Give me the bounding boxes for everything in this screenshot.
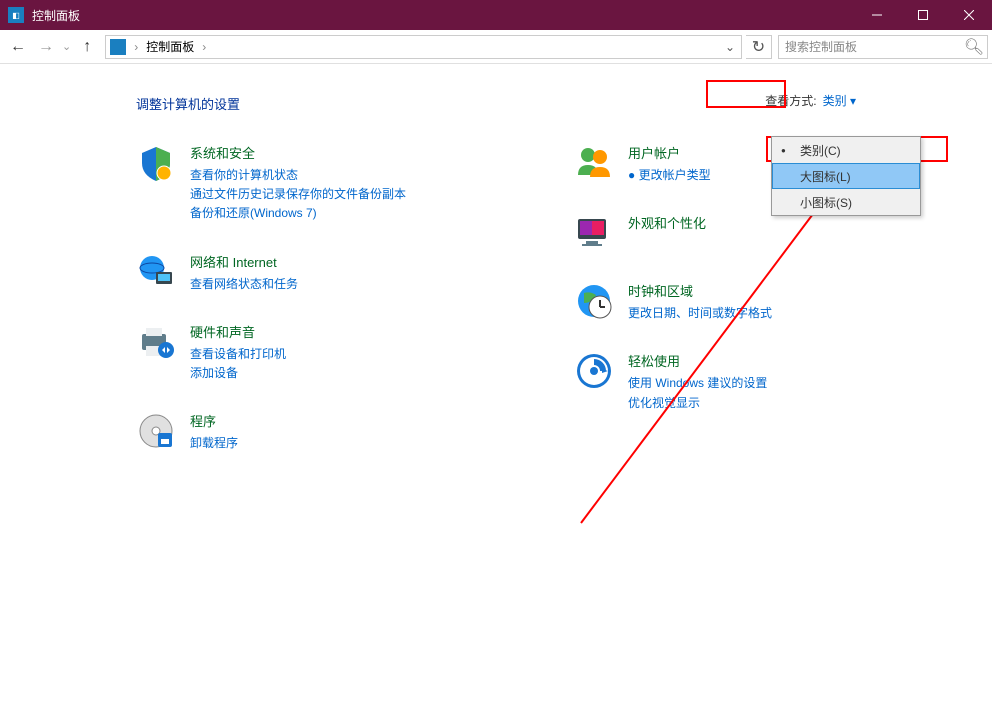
category-title[interactable]: 系统和安全 <box>190 143 406 162</box>
users-icon <box>574 143 614 183</box>
refresh-button[interactable]: ↻ <box>746 35 772 59</box>
globe-icon <box>136 252 176 292</box>
appearance-icon <box>574 213 614 253</box>
category-item: 程序卸载程序 <box>136 411 534 453</box>
category-title[interactable]: 硬件和声音 <box>190 322 286 341</box>
category-item: 系统和安全查看你的计算机状态通过文件历史记录保存你的文件备份副本备份和还原(Wi… <box>136 143 534 224</box>
view-by-dropdown: 类别(C) 大图标(L) 小图标(S) <box>771 136 921 216</box>
category-link[interactable]: ● 更改帐户类型 <box>628 166 711 185</box>
category-link[interactable]: 备份和还原(Windows 7) <box>190 204 406 223</box>
titlebar: ◧ 控制面板 <box>0 0 992 30</box>
category-link[interactable]: 更改日期、时间或数字格式 <box>628 304 772 323</box>
chevron-right-icon[interactable]: › <box>198 40 210 54</box>
category-link[interactable]: 查看你的计算机状态 <box>190 166 406 185</box>
category-title[interactable]: 外观和个性化 <box>628 213 706 232</box>
back-button[interactable]: ← <box>6 35 30 59</box>
control-panel-icon <box>110 39 126 55</box>
maximize-button[interactable] <box>900 0 946 30</box>
category-link[interactable]: 卸载程序 <box>190 434 238 453</box>
history-dropdown[interactable]: ⌄ <box>62 40 71 53</box>
clock-icon <box>574 281 614 321</box>
search-icon[interactable]: 🔍︎ <box>961 37 987 57</box>
window-title: 控制面板 <box>32 7 854 24</box>
ease-icon <box>574 351 614 391</box>
view-option-small-icons[interactable]: 小图标(S) <box>772 189 920 215</box>
category-item: 轻松使用使用 Windows 建议的设置优化视觉显示 <box>574 351 972 412</box>
category-title[interactable]: 网络和 Internet <box>190 252 298 271</box>
left-column: 系统和安全查看你的计算机状态通过文件历史记录保存你的文件备份副本备份和还原(Wi… <box>136 143 534 481</box>
view-option-large-icons[interactable]: 大图标(L) <box>772 163 920 189</box>
view-option-category[interactable]: 类别(C) <box>772 137 920 163</box>
category-link[interactable]: 查看网络状态和任务 <box>190 275 298 294</box>
category-link[interactable]: 添加设备 <box>190 364 286 383</box>
printer-icon <box>136 322 176 362</box>
shield-icon <box>136 143 176 183</box>
category-title[interactable]: 程序 <box>190 411 238 430</box>
category-link[interactable]: 优化视觉显示 <box>628 394 767 413</box>
address-bar[interactable]: › 控制面板 › ⌄ <box>105 35 742 59</box>
toolbar: ← → ⌄ ↑ › 控制面板 › ⌄ ↻ 🔍︎ <box>0 30 992 64</box>
minimize-button[interactable] <box>854 0 900 30</box>
category-item: 外观和个性化 <box>574 213 972 253</box>
category-link[interactable]: 查看设备和打印机 <box>190 345 286 364</box>
content-area: 调整计算机的设置 查看方式: 类别 ▾ 类别(C) 大图标(L) 小图标(S) … <box>0 64 992 722</box>
view-by-link[interactable]: 类别 ▾ <box>823 92 856 109</box>
view-by-label: 查看方式: <box>765 92 816 109</box>
search-box[interactable]: 🔍︎ <box>778 35 988 59</box>
address-text[interactable]: 控制面板 <box>142 38 198 55</box>
forward-button: → <box>34 35 58 59</box>
view-by-control: 查看方式: 类别 ▾ 类别(C) 大图标(L) 小图标(S) <box>765 92 856 109</box>
category-item: 网络和 Internet 查看网络状态和任务 <box>136 252 534 294</box>
address-dropdown[interactable]: ⌄ <box>718 40 741 54</box>
disc-icon <box>136 411 176 451</box>
app-icon: ◧ <box>8 7 24 23</box>
close-button[interactable] <box>946 0 992 30</box>
category-item: 时钟和区域更改日期、时间或数字格式 <box>574 281 972 323</box>
category-link[interactable]: 通过文件历史记录保存你的文件备份副本 <box>190 185 406 204</box>
search-input[interactable] <box>779 40 961 54</box>
category-item: 硬件和声音查看设备和打印机添加设备 <box>136 322 534 383</box>
category-title[interactable]: 轻松使用 <box>628 351 767 370</box>
up-button[interactable]: ↑ <box>75 35 99 59</box>
category-title[interactable]: 时钟和区域 <box>628 281 772 300</box>
category-link[interactable]: 使用 Windows 建议的设置 <box>628 374 767 393</box>
chevron-right-icon: › <box>130 40 142 54</box>
category-title[interactable]: 用户帐户 <box>628 143 711 162</box>
